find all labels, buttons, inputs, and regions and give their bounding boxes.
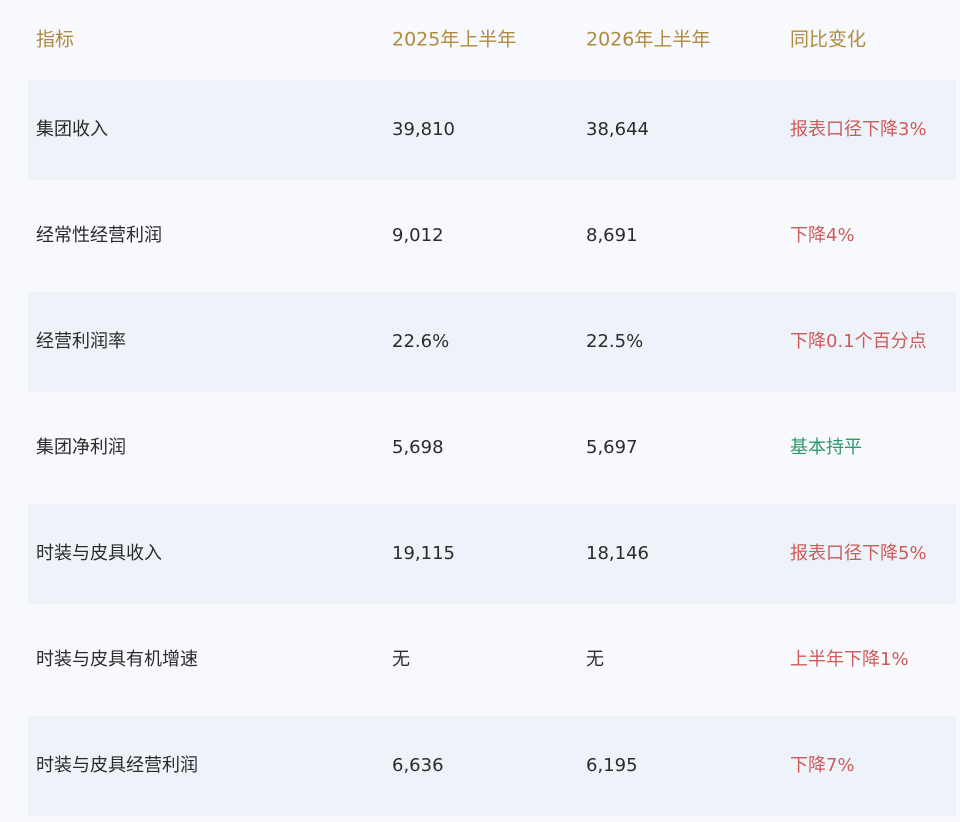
value-2025: 19,115	[392, 543, 455, 564]
table-row: 经营利润率 22.6% 22.5% 下降0.1个百分点	[28, 292, 956, 392]
table-row: 集团净利润 5,698 5,697 基本持平	[28, 398, 956, 498]
value-2025: 无	[392, 649, 410, 670]
yoy-change: 下降0.1个百分点	[790, 331, 927, 352]
metric-name: 集团净利润	[36, 437, 126, 458]
metric-name: 时装与皮具有机增速	[36, 649, 198, 670]
yoy-change: 基本持平	[790, 437, 862, 458]
yoy-change: 下降4%	[790, 225, 855, 246]
metric-name: 经常性经营利润	[36, 225, 162, 246]
value-2026: 5,697	[586, 437, 638, 458]
header-yoy-change: 同比变化	[790, 28, 867, 51]
value-2026: 6,195	[586, 755, 638, 776]
value-2026: 18,146	[586, 543, 649, 564]
table-row: 时装与皮具经营利润 6,636 6,195 下降7%	[28, 716, 956, 816]
value-2025: 39,810	[392, 119, 455, 140]
table-row: 集团收入 39,810 38,644 报表口径下降3%	[28, 80, 956, 180]
yoy-change: 下降7%	[790, 755, 855, 776]
table-row: 时装与皮具有机增速 无 无 上半年下降1%	[28, 610, 956, 710]
header-metric: 指标	[36, 28, 75, 51]
header-h1-2025: 2025年上半年	[392, 28, 517, 51]
yoy-change: 报表口径下降5%	[790, 543, 927, 564]
financial-comparison-table: 指标 2025年上半年 2026年上半年 同比变化 集团收入 39,810 38…	[28, 0, 956, 822]
metric-name: 时装与皮具经营利润	[36, 755, 198, 776]
value-2026: 无	[586, 649, 604, 670]
yoy-change: 上半年下降1%	[790, 649, 909, 670]
metric-name: 经营利润率	[36, 331, 126, 352]
value-2026: 38,644	[586, 119, 649, 140]
metric-name: 时装与皮具收入	[36, 543, 162, 564]
value-2026: 22.5%	[586, 331, 644, 352]
value-2025: 5,698	[392, 437, 444, 458]
yoy-change: 报表口径下降3%	[790, 119, 927, 140]
table-row: 时装与皮具收入 19,115 18,146 报表口径下降5%	[28, 504, 956, 604]
value-2025: 6,636	[392, 755, 444, 776]
value-2025: 9,012	[392, 225, 444, 246]
table-row: 经常性经营利润 9,012 8,691 下降4%	[28, 186, 956, 286]
header-h1-2026: 2026年上半年	[586, 28, 711, 51]
value-2026: 8,691	[586, 225, 638, 246]
value-2025: 22.6%	[392, 331, 450, 352]
metric-name: 集团收入	[36, 119, 108, 140]
table-header: 指标 2025年上半年 2026年上半年 同比变化	[28, 0, 956, 80]
